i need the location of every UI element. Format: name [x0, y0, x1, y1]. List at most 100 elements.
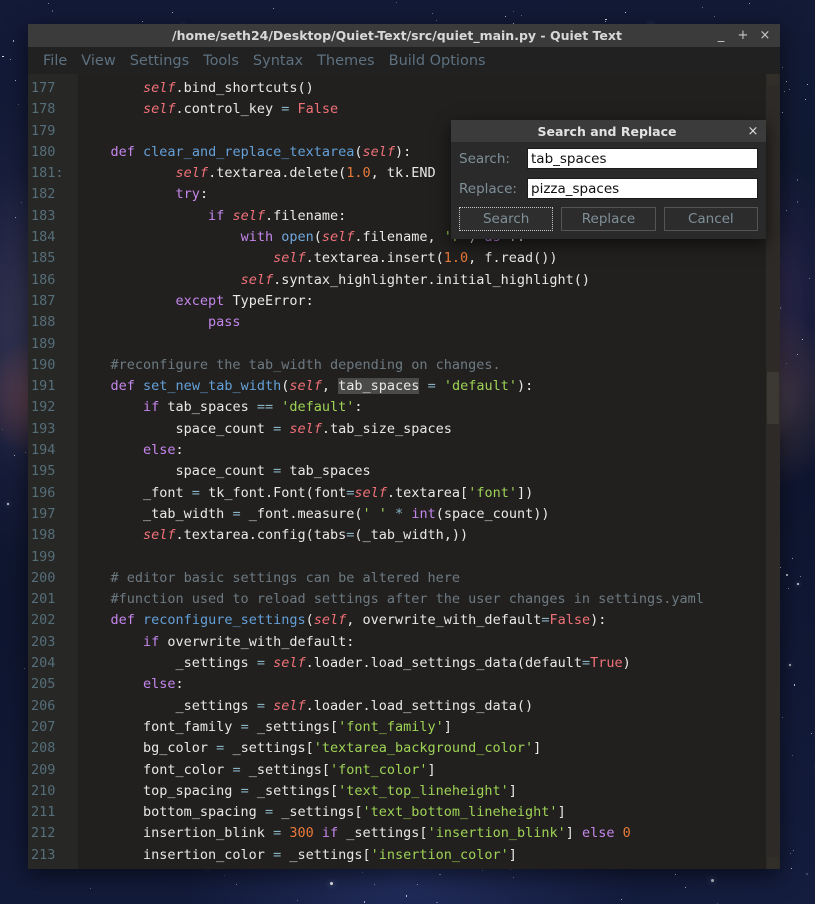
- line-number: 207: [31, 718, 56, 735]
- code-line: else:: [78, 440, 780, 461]
- code-line: pass: [78, 312, 780, 333]
- code-token: 1.0: [443, 250, 469, 267]
- code-token: self: [273, 250, 306, 267]
- line-number: 194: [31, 442, 56, 459]
- menu-item-themes[interactable]: Themes: [310, 51, 382, 71]
- code-token: self: [321, 229, 355, 246]
- star: [297, 899, 298, 901]
- star: [373, 884, 375, 886]
- star: [702, 7, 703, 8]
- star: [714, 16, 716, 17]
- code-token: TypeError:: [224, 292, 314, 309]
- star: [805, 98, 806, 100]
- code-token: self: [143, 101, 176, 118]
- replace-row: Replace:: [451, 175, 766, 202]
- menu-item-syntax[interactable]: Syntax: [246, 51, 310, 71]
- code-token: tk_font.Font(font: [199, 484, 347, 501]
- star: [786, 574, 788, 576]
- code-token: if: [143, 399, 160, 416]
- menu-item-build-options[interactable]: Build Options: [382, 51, 493, 71]
- star: [2, 55, 4, 58]
- star: [504, 15, 507, 17]
- code-token: else: [143, 442, 176, 459]
- star: [624, 11, 627, 13]
- code-token: tab_spaces: [159, 399, 257, 416]
- code-token: _settings[: [281, 846, 371, 863]
- code-token: int: [411, 505, 436, 522]
- window-titlebar[interactable]: /home/seth24/Desktop/Quiet-Text/src/quie…: [28, 24, 780, 47]
- window-controls: _ + ×: [710, 25, 780, 46]
- scrollbar-up-arrow[interactable]: [767, 74, 779, 86]
- minimize-icon[interactable]: _: [710, 25, 732, 46]
- scrollbar-thumb[interactable]: [767, 372, 779, 424]
- code-line: font_family = _settings['font_family']: [78, 717, 780, 738]
- code-token: =: [232, 505, 241, 522]
- star: [791, 867, 792, 869]
- menu-item-view[interactable]: View: [74, 51, 122, 71]
- code-token: =: [273, 846, 282, 863]
- star: [513, 11, 514, 13]
- maximize-icon[interactable]: +: [732, 25, 754, 46]
- code-token: ]: [443, 718, 452, 735]
- code-token: False: [549, 612, 591, 629]
- code-token: ]: [557, 804, 566, 821]
- code-line: else:: [78, 674, 780, 695]
- menu-item-file[interactable]: File: [36, 51, 74, 71]
- replace-input[interactable]: [527, 178, 758, 199]
- code-token: 'textarea_background_color': [313, 740, 534, 757]
- code-token: pass: [208, 314, 241, 331]
- menu-item-tools[interactable]: Tools: [196, 51, 246, 71]
- line-number: 205: [31, 676, 56, 693]
- star: [89, 887, 92, 890]
- star: [793, 850, 794, 852]
- star: [1, 428, 3, 430]
- code-token: _font: [78, 484, 192, 501]
- code-token: insertion_blink: [78, 825, 274, 842]
- code-token: .textarea.insert(: [305, 250, 444, 267]
- line-number: 206: [31, 697, 56, 714]
- dialog-titlebar[interactable]: Search and Replace ×: [451, 120, 766, 142]
- star: [788, 89, 791, 91]
- code-line: _settings = self.loader.load_settings_da…: [78, 696, 780, 717]
- replace-button[interactable]: Replace: [561, 207, 656, 231]
- star: [436, 901, 438, 904]
- code-token: 'insertion_color': [370, 846, 509, 863]
- vertical-scrollbar[interactable]: [766, 74, 780, 869]
- dialog-close-icon[interactable]: ×: [743, 121, 763, 141]
- search-button[interactable]: Search: [459, 207, 554, 231]
- code-token: =: [191, 484, 200, 501]
- line-number: 211: [31, 804, 56, 821]
- code-token: _settings[: [248, 718, 339, 735]
- line-number: 197: [31, 505, 56, 522]
- menu-item-settings[interactable]: Settings: [123, 51, 196, 71]
- code-token: =: [232, 761, 241, 778]
- code-token: 'default': [443, 378, 517, 395]
- code-token: =: [264, 804, 274, 821]
- code-token: =: [273, 825, 282, 842]
- search-input[interactable]: [527, 148, 758, 169]
- star: [781, 66, 783, 69]
- close-icon[interactable]: ×: [754, 25, 776, 46]
- star: [792, 754, 793, 756]
- search-label: Search:: [459, 150, 510, 167]
- star: [785, 81, 787, 83]
- code-line: if overwrite_with_default:: [78, 632, 780, 653]
- code-token: :: [354, 399, 363, 416]
- code-token: :: [175, 442, 184, 459]
- code-token: .filename:: [264, 207, 347, 224]
- scrollbar-down-arrow[interactable]: [767, 857, 779, 869]
- cancel-button[interactable]: Cancel: [663, 207, 758, 231]
- line-number: 202: [31, 612, 56, 629]
- code-token: self: [273, 697, 306, 714]
- code-token: .textarea.config(tabs: [175, 527, 347, 544]
- code-token: .bind_shortcuts(): [175, 80, 314, 96]
- star: [14, 80, 16, 82]
- code-token: =: [581, 655, 591, 672]
- code-token: self: [143, 80, 176, 96]
- code-line: bg_color = _settings['textarea_backgroun…: [78, 738, 780, 759]
